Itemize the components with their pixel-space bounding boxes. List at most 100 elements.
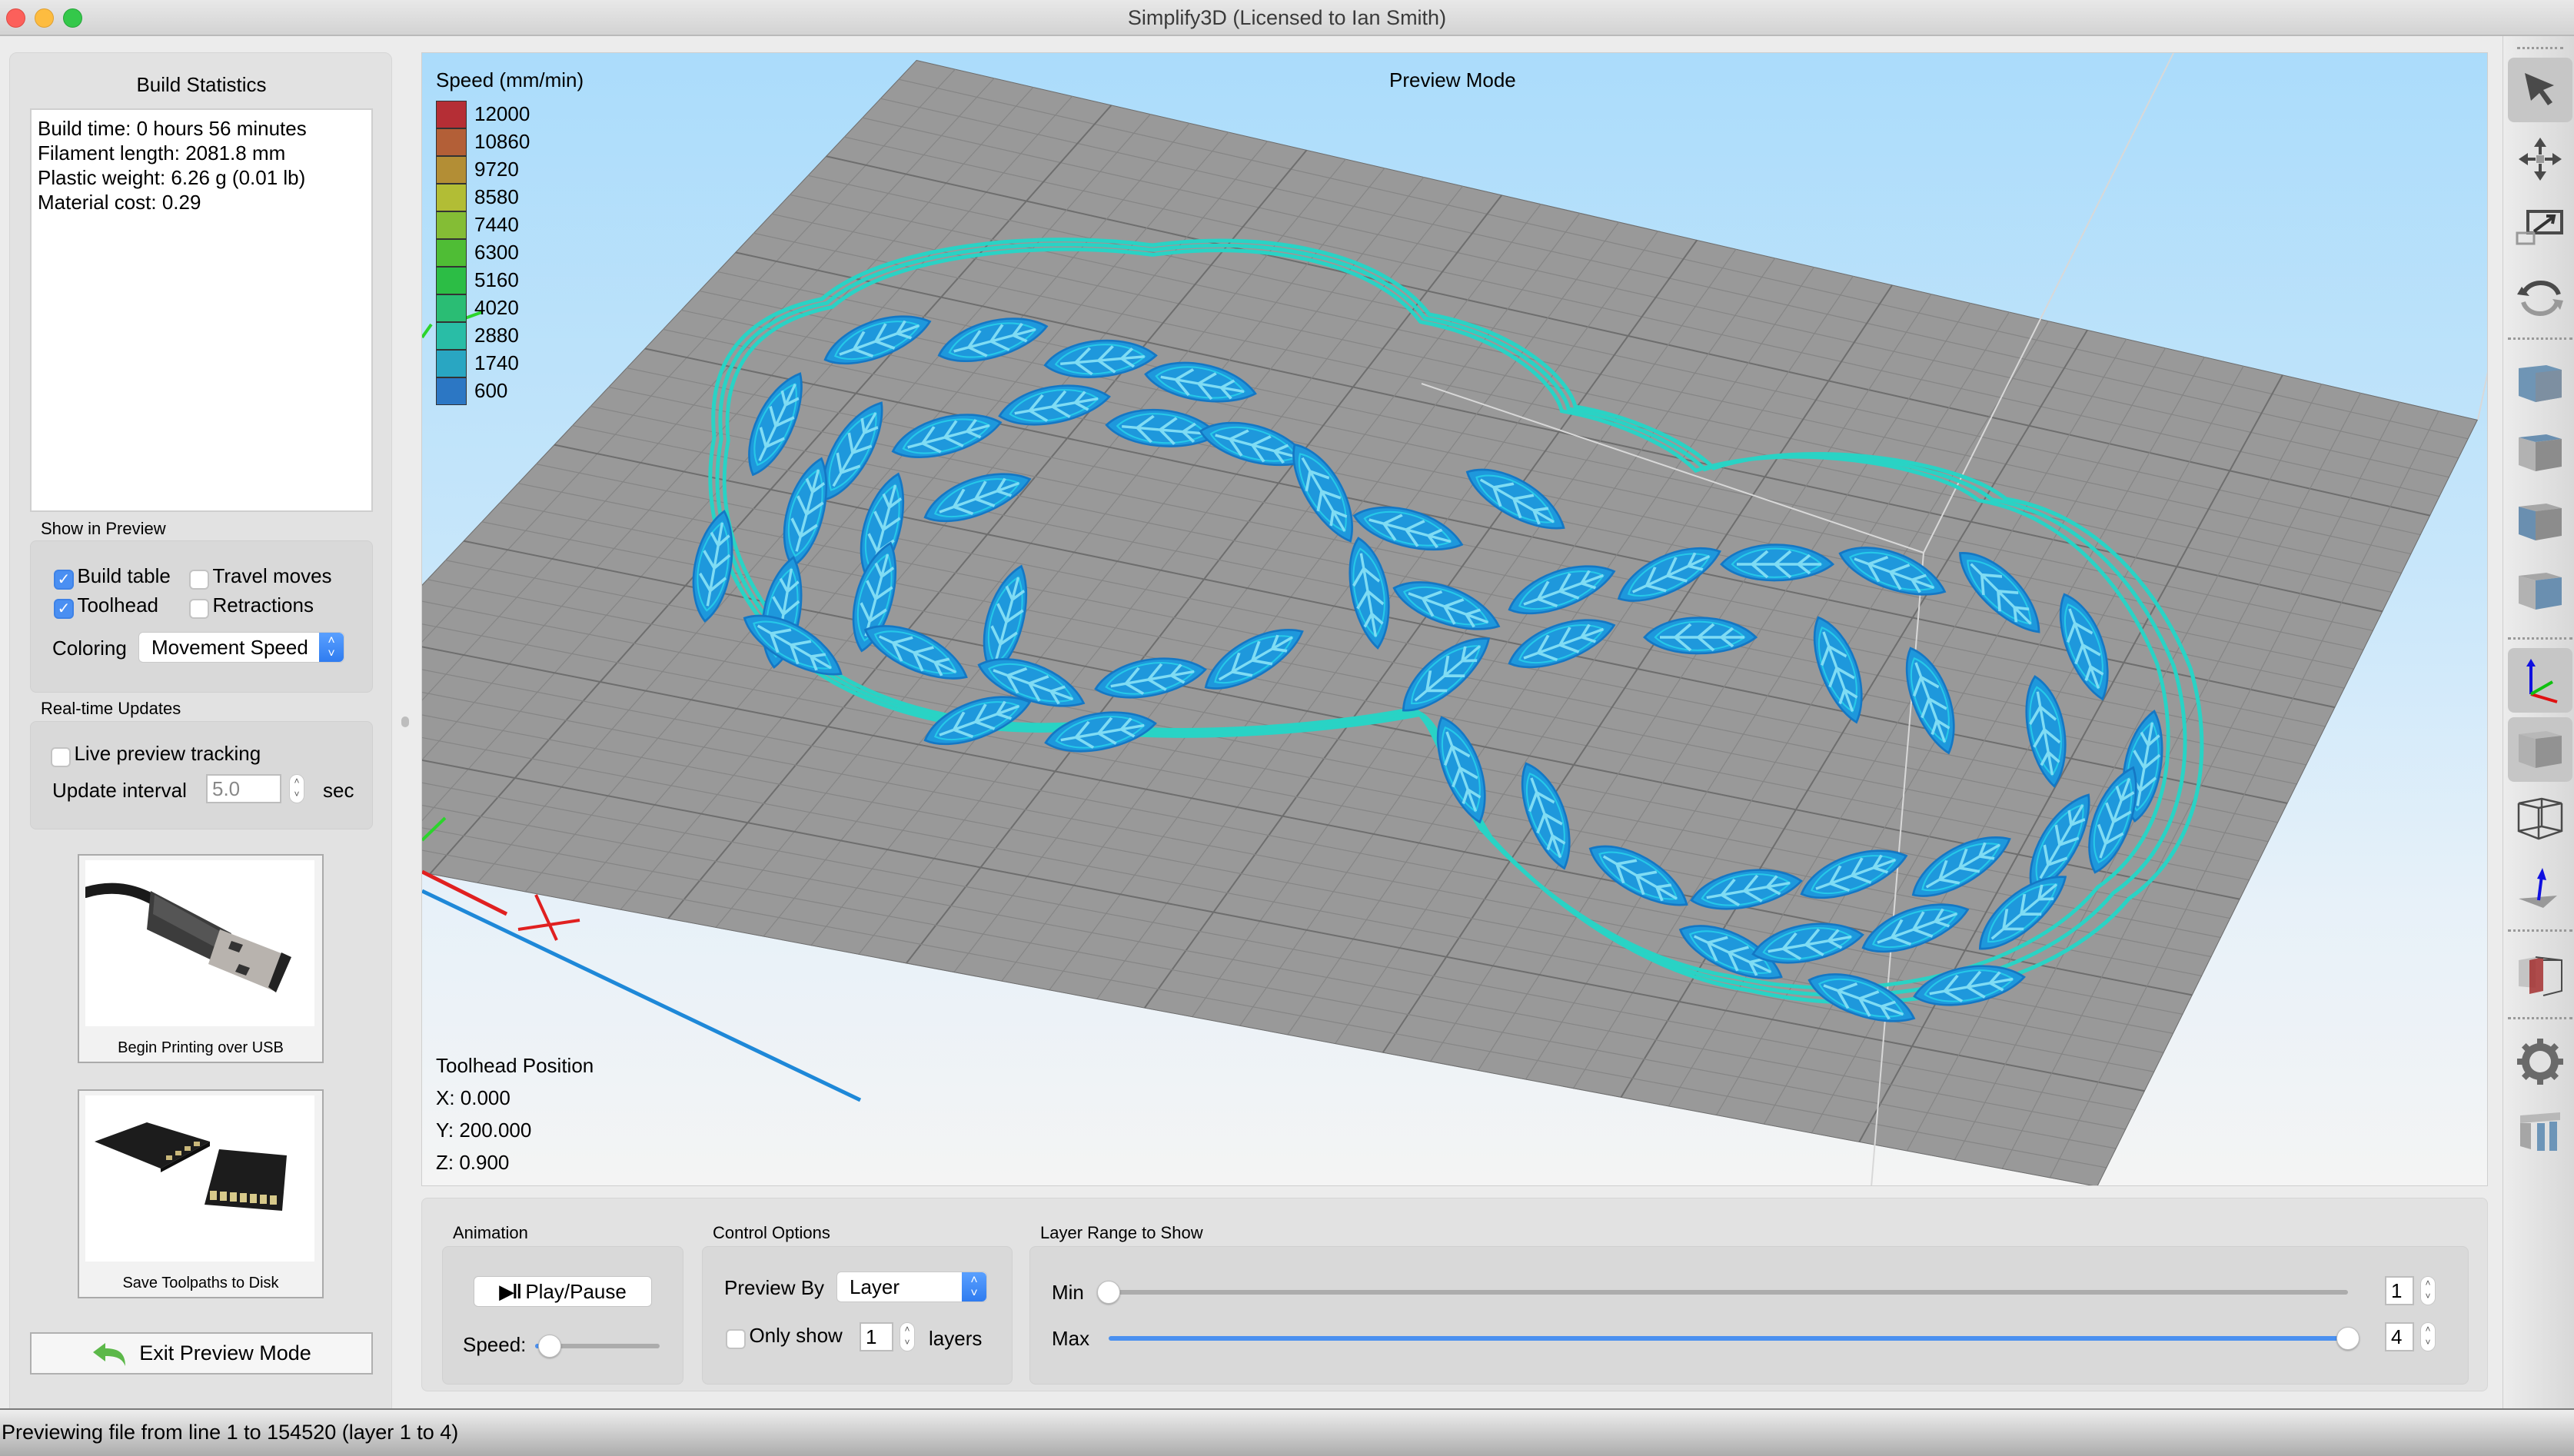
animation-speed-slider[interactable] (535, 1335, 660, 1358)
layer-range-group: Min 1 ˄ ˅ Max 4 ˄ ˅ (1029, 1246, 2469, 1385)
preview-controls-panel: Animation ▶‖ Play/Pause Speed: Control O… (421, 1198, 2488, 1391)
right-toolbar (2502, 36, 2574, 1408)
3d-preview-viewport[interactable]: Speed (mm/min) 12000 10860 9720 8580 7440 630… (421, 52, 2488, 1186)
play-pause-button[interactable]: ▶‖ Play/Pause (474, 1276, 652, 1307)
preview-by-label: Preview By (724, 1276, 825, 1299)
legend-value: 10860 (474, 130, 530, 153)
checkbox-build-table[interactable]: ✓ Build table (54, 564, 171, 590)
wireframe-view-icon (2517, 797, 2563, 840)
layer-min-stepper[interactable]: ˄ ˅ (2420, 1276, 2436, 1305)
scale-tool-button[interactable] (2508, 196, 2572, 261)
window-title: Simplify3D (Licensed to Ian Smith) (1127, 6, 1447, 29)
control-options-label: Control Options (713, 1223, 830, 1242)
axes-icon (2526, 659, 2558, 703)
layer-min-slider[interactable] (1097, 1281, 2348, 1304)
only-show-layers-input[interactable]: 1 (860, 1322, 893, 1351)
build-statistics-box: Build time: 0 hours 56 minutes Filament … (30, 108, 373, 512)
stat-material-cost: Material cost: 0.29 (38, 191, 201, 214)
control-options-group: Preview By Layer ˄ ˅ Only show 1 ˄ ˅ layer… (702, 1246, 1013, 1385)
move-tool-button[interactable] (2508, 127, 2572, 191)
checkbox-label: Build table (77, 564, 171, 587)
legend-value: 6300 (474, 241, 519, 264)
select-arrows-icon: ˄ ˅ (319, 633, 344, 662)
view-front-button[interactable] (2508, 490, 2572, 554)
stat-plastic-weight: Plastic weight: 6.26 g (0.01 lb) (38, 166, 306, 189)
legend-title: Speed (mm/min) (436, 68, 584, 91)
build-plate-scene (422, 53, 2487, 1185)
checkbox-retractions[interactable]: Retractions (189, 593, 314, 619)
toolbar-grip[interactable] (2517, 47, 2563, 49)
legend-swatch (436, 211, 467, 239)
view-iso-button[interactable] (2508, 351, 2572, 416)
checkbox-only-show[interactable]: Only show (726, 1324, 843, 1349)
select-arrows-icon: ˄ ˅ (962, 1272, 986, 1301)
normals-icon (2519, 868, 2557, 908)
coloring-select[interactable]: Movement Speed ˄ ˅ (138, 632, 344, 663)
layer-max-input[interactable]: 4 (2385, 1322, 2414, 1351)
layer-min-input[interactable]: 1 (2385, 1276, 2414, 1305)
layer-max-stepper[interactable]: ˄ ˅ (2420, 1322, 2436, 1351)
legend-swatch (436, 322, 467, 350)
layer-min-label: Min (1052, 1281, 1084, 1304)
toolbar-separator (2508, 1017, 2572, 1019)
supports-button[interactable] (2508, 1099, 2572, 1163)
slider-knob[interactable] (538, 1335, 562, 1358)
select-icon (2525, 73, 2554, 105)
check-icon: ✓ (54, 598, 74, 619)
disk-button-label: Save Toolpaths to Disk (122, 1275, 279, 1291)
update-interval-label: Update interval (52, 779, 187, 802)
legend-value: 1740 (474, 351, 519, 374)
speed-legend: 12000 10860 9720 8580 7440 6300 5160 4020 2880 17… (422, 101, 576, 408)
move-icon (2519, 138, 2562, 181)
panel-splitter-handle[interactable] (401, 716, 409, 727)
toolbar-separator (2508, 929, 2572, 932)
normals-view-button[interactable] (2508, 856, 2572, 920)
checkbox-label: Travel moves (212, 564, 332, 587)
checkbox-label: Only show (749, 1324, 843, 1347)
wireframe-view-button[interactable] (2508, 786, 2572, 851)
legend-swatch (436, 377, 467, 405)
settings-icon (2517, 1039, 2563, 1085)
legend-swatch (436, 156, 467, 184)
checkbox-label: Toolhead (77, 593, 158, 617)
coloring-value: Movement Speed (151, 636, 308, 659)
layer-max-slider[interactable] (1109, 1327, 2360, 1350)
title-bar: Simplify3D (Licensed to Ian Smith) (0, 0, 2574, 36)
settings-button[interactable] (2508, 1029, 2572, 1094)
coloring-label: Coloring (52, 637, 127, 660)
layer-range-label: Layer Range to Show (1040, 1223, 1203, 1242)
animation-group: ▶‖ Play/Pause Speed: (442, 1246, 683, 1385)
only-show-layers-stepper[interactable]: ˄ ˅ (900, 1322, 915, 1351)
animation-label: Animation (453, 1223, 528, 1242)
exit-preview-mode-button[interactable]: Exit Preview Mode (30, 1332, 373, 1375)
cross-section-button[interactable] (2508, 943, 2572, 1008)
toggle-axes-button[interactable] (2508, 648, 2572, 713)
checkbox-travel-moves[interactable]: Travel moves (189, 564, 332, 590)
view-front-icon (2519, 504, 2562, 540)
view-side-button[interactable] (2508, 559, 2572, 623)
animation-speed-label: Speed: (463, 1333, 527, 1356)
slider-knob[interactable] (2336, 1327, 2360, 1350)
checkbox-live-preview-tracking[interactable]: Live preview tracking (51, 742, 261, 767)
slider-knob[interactable] (1097, 1281, 1120, 1304)
update-interval-stepper[interactable]: ˄ ˅ (289, 774, 304, 803)
preview-by-value: Layer (850, 1275, 900, 1298)
begin-printing-usb-button[interactable]: Begin Printing over USB (78, 854, 324, 1063)
preview-by-select[interactable]: Layer ˄ ˅ (836, 1272, 987, 1302)
show-in-preview-label: Show in Preview (41, 519, 166, 538)
checkbox-toolhead[interactable]: ✓ Toolhead (54, 593, 158, 619)
rotate-tool-button[interactable] (2508, 265, 2572, 330)
update-interval-input[interactable]: 5.0 (206, 774, 281, 803)
usb-cable-image (85, 860, 314, 1026)
play-pause-icon: ▶‖ (499, 1280, 522, 1303)
stat-filament-length: Filament length: 2081.8 mm (38, 141, 286, 165)
save-toolpaths-disk-button[interactable]: Save Toolpaths to Disk (78, 1089, 324, 1298)
build-volume-edge (2477, 371, 2487, 421)
cross-section-icon (2519, 956, 2562, 996)
legend-swatch (436, 101, 467, 128)
legend-swatch (436, 267, 467, 294)
view-top-button[interactable] (2508, 421, 2572, 485)
solid-view-button[interactable] (2508, 717, 2572, 782)
select-tool-button[interactable] (2508, 58, 2572, 122)
realtime-updates-group: Live preview tracking Update interval 5.… (30, 721, 373, 829)
